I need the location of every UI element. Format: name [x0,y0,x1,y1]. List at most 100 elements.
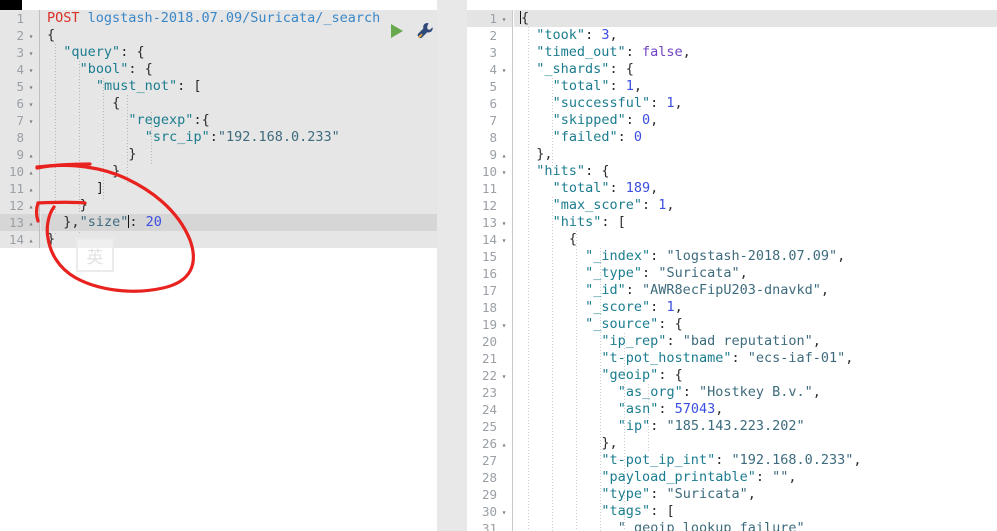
code-line[interactable]: "geoip": { [514,367,997,384]
line-number: 30 ▾ [467,503,512,520]
code-line[interactable]: } [41,146,437,163]
code-line[interactable]: "t-pot_ip_int": "192.168.0.233", [514,452,997,469]
ime-language-indicator: 英 [76,238,114,272]
line-number: 16• [467,265,512,282]
fold-expand-icon[interactable]: ▴ [26,232,36,248]
fold-expand-icon[interactable]: ▴ [26,181,36,198]
code-line[interactable]: "total": 189, [514,180,997,197]
request-editor-code[interactable]: POST logstash-2018.07.09/Suricata/_searc… [41,10,437,248]
line-number: 8• [0,129,39,146]
line-number: 22 ▾ [467,367,512,384]
fold-collapse-icon[interactable]: ▾ [499,215,509,232]
fold-spacer-icon: • [499,130,509,147]
line-number: 5• [467,78,512,95]
code-line[interactable]: "_shards": { [514,61,997,78]
code-line[interactable]: { [514,231,997,248]
code-line[interactable]: { [41,95,437,112]
fold-collapse-icon[interactable]: ▾ [26,45,36,62]
code-line[interactable]: "payload_printable": "", [514,469,997,486]
fold-expand-icon[interactable]: ▴ [26,164,36,181]
fold-collapse-icon[interactable]: ▾ [499,62,509,79]
fold-expand-icon[interactable]: ▴ [26,147,36,164]
fold-collapse-icon[interactable]: ▾ [499,368,509,385]
response-viewer-gutter[interactable]: 1▾2•3•4▾5•6•7•8•9▴10▾11•12•13▾14▾15•16•1… [467,10,513,531]
fold-collapse-icon[interactable]: ▾ [499,504,509,521]
fold-expand-icon[interactable]: ▴ [499,436,509,453]
code-line[interactable]: ] [41,180,437,197]
line-number: 18• [467,299,512,316]
code-line[interactable]: "tags": [ [514,503,997,520]
code-line[interactable]: "max_score": 1, [514,197,997,214]
fold-collapse-icon[interactable]: ▾ [26,62,36,79]
code-line[interactable]: "query": { [41,44,437,61]
code-line[interactable]: "_type": "Suricata", [514,265,997,282]
code-line[interactable]: "skipped": 0, [514,112,997,129]
fold-collapse-icon[interactable]: ▾ [26,28,36,45]
code-line[interactable]: } [41,197,437,214]
code-line[interactable]: }, [514,435,997,452]
run-query-icon[interactable] [389,23,405,39]
fold-spacer-icon: • [499,300,509,317]
fold-collapse-icon[interactable]: ▾ [26,96,36,113]
code-line[interactable]: "_index": "logstash-2018.07.09", [514,248,997,265]
fold-collapse-icon[interactable]: ▾ [499,317,509,334]
code-line[interactable]: "timed_out": false, [514,44,997,61]
code-line[interactable]: "regexp":{ [41,112,437,129]
code-line[interactable]: "took": 3, [514,27,997,44]
fold-collapse-icon[interactable]: ▾ [499,11,509,28]
code-line[interactable]: } [41,163,437,180]
code-line[interactable]: "asn": 57043, [514,401,997,418]
line-number: 6 ▾ [0,95,39,112]
line-number: 4 ▾ [467,61,512,78]
line-number: 11• [467,180,512,197]
line-number: 11 ▴ [0,180,39,197]
response-viewer-code[interactable]: { "took": 3, "timed_out": false, "_shard… [514,10,997,531]
code-line[interactable]: "type": "Suricata", [514,486,997,503]
line-number: 17• [467,282,512,299]
fold-collapse-icon[interactable]: ▾ [26,79,36,96]
line-number: 19 ▾ [467,316,512,333]
code-line[interactable]: "hits": [ [514,214,997,231]
code-line[interactable]: { [514,10,997,27]
code-line[interactable]: "successful": 1, [514,95,997,112]
code-line[interactable]: "ip_rep": "bad reputation", [514,333,997,350]
line-number: 13 ▾ [467,214,512,231]
fold-expand-icon[interactable]: ▴ [26,215,36,232]
code-line[interactable]: },"size": 20 [41,214,437,231]
line-number: 3• [467,44,512,61]
fold-collapse-icon[interactable]: ▾ [26,113,36,130]
line-number: 12 ▴ [0,197,39,214]
request-editor-gutter[interactable]: 1•2▾3▾4▾5▾6▾7▾8•9▴10▴11▴12▴13▴14▴ [0,10,40,248]
pane-splitter[interactable] [437,0,884,531]
code-line[interactable]: "ip": "185.143.223.202" [514,418,997,435]
code-line[interactable]: "_id": "AWR8ecFipU203-dnavkd", [514,282,997,299]
fold-collapse-icon[interactable]: ▾ [499,232,509,249]
code-line[interactable]: "failed": 0 [514,129,997,146]
code-line[interactable]: "_geoip_lookup_failure" [514,520,997,531]
code-line[interactable]: "_source": { [514,316,997,333]
wrench-icon[interactable] [416,22,434,40]
line-number: 3 ▾ [0,44,39,61]
line-number: 10 ▾ [467,163,512,180]
code-line[interactable]: "bool": { [41,61,437,78]
code-line[interactable]: POST logstash-2018.07.09/Suricata/_searc… [41,10,437,27]
fold-collapse-icon[interactable]: ▾ [499,164,509,181]
code-line[interactable]: "total": 1, [514,78,997,95]
fold-spacer-icon: • [499,79,509,96]
fold-spacer-icon: • [499,45,509,62]
line-number: 21• [467,350,512,367]
code-line[interactable]: "_score": 1, [514,299,997,316]
code-line[interactable]: "src_ip":"192.168.0.233" [41,129,437,146]
code-line[interactable]: "must_not": [ [41,78,437,95]
code-line[interactable]: { [41,27,437,44]
code-line[interactable]: }, [514,146,997,163]
line-number: 15• [467,248,512,265]
fold-expand-icon[interactable]: ▴ [26,198,36,215]
window-top-black-strip [0,0,22,10]
code-line[interactable]: "as_org": "Hostkey B.v.", [514,384,997,401]
response-viewer[interactable]: 1▾2•3•4▾5•6•7•8•9▴10▾11•12•13▾14▾15•16•1… [467,10,997,531]
fold-expand-icon[interactable]: ▴ [499,147,509,164]
code-line[interactable]: "hits": { [514,163,997,180]
code-line[interactable]: "t-pot_hostname": "ecs-iaf-01", [514,350,997,367]
request-editor[interactable]: 1•2▾3▾4▾5▾6▾7▾8•9▴10▴11▴12▴13▴14▴ POST l… [0,10,437,248]
